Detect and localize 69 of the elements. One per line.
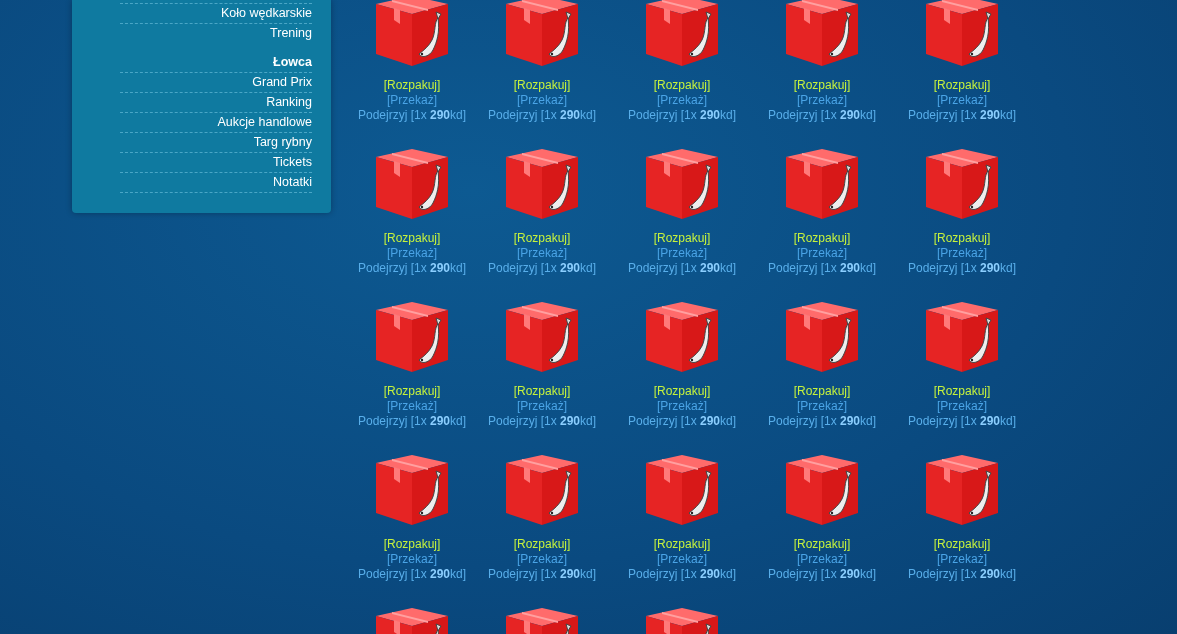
preview-link[interactable]: Podejrzyj [1x 290kd]: [357, 567, 467, 582]
preview-link[interactable]: Podejrzyj [1x 290kd]: [487, 108, 597, 123]
transfer-link[interactable]: [Przekaż]: [937, 93, 987, 108]
transfer-link[interactable]: [Przekaż]: [387, 399, 437, 414]
preview-link[interactable]: Podejrzyj [1x 290kd]: [907, 567, 1017, 582]
menu-heading: Łowca: [120, 53, 312, 73]
preview-link[interactable]: Podejrzyj [1x 290kd]: [487, 414, 597, 429]
menu-link[interactable]: Aukcje handlowe: [120, 113, 312, 133]
preview-link[interactable]: Podejrzyj [1x 290kd]: [767, 567, 877, 582]
preview-link[interactable]: Podejrzyj [1x 290kd]: [767, 108, 877, 123]
transfer-link[interactable]: [Przekaż]: [517, 552, 567, 567]
unpack-link[interactable]: [Rozpakuj]: [793, 384, 851, 399]
transfer-link[interactable]: [Przekaż]: [517, 246, 567, 261]
transfer-link[interactable]: [Przekaż]: [937, 246, 987, 261]
unpack-link[interactable]: [Rozpakuj]: [513, 384, 571, 399]
unpack-link[interactable]: [Rozpakuj]: [793, 537, 851, 552]
transfer-link[interactable]: [Przekaż]: [797, 93, 847, 108]
transfer-link[interactable]: [Przekaż]: [937, 552, 987, 567]
preview-link[interactable]: Podejrzyj [1x 290kd]: [627, 108, 737, 123]
transfer-link[interactable]: [Przekaż]: [387, 93, 437, 108]
preview-link[interactable]: Podejrzyj [1x 290kd]: [767, 414, 877, 429]
menu-link[interactable]: Koło wędkarskie: [120, 4, 312, 24]
unpack-link[interactable]: [Rozpakuj]: [653, 384, 711, 399]
unpack-link[interactable]: [Rozpakuj]: [513, 78, 571, 93]
unpack-link[interactable]: [Rozpakuj]: [383, 537, 441, 552]
unpack-link[interactable]: [Rozpakuj]: [383, 231, 441, 246]
preview-link[interactable]: Podejrzyj [1x 290kd]: [907, 261, 1017, 276]
unpack-link[interactable]: [Rozpakuj]: [383, 384, 441, 399]
preview-link[interactable]: Podejrzyj [1x 290kd]: [357, 261, 467, 276]
unpack-link[interactable]: [Rozpakuj]: [653, 231, 711, 246]
preview-link[interactable]: Podejrzyj [1x 290kd]: [487, 261, 597, 276]
transfer-link[interactable]: [Przekaż]: [937, 399, 987, 414]
unpack-link[interactable]: [Rozpakuj]: [933, 537, 991, 552]
transfer-link[interactable]: [Przekaż]: [797, 399, 847, 414]
menu-link[interactable]: Notatki: [120, 173, 312, 193]
unpack-link[interactable]: [Rozpakuj]: [653, 537, 711, 552]
transfer-link[interactable]: [Przekaż]: [657, 552, 707, 567]
transfer-link[interactable]: [Przekaż]: [657, 399, 707, 414]
transfer-link[interactable]: [Przekaż]: [797, 246, 847, 261]
unpack-link[interactable]: [Rozpakuj]: [513, 537, 571, 552]
transfer-link[interactable]: [Przekaż]: [657, 246, 707, 261]
preview-link[interactable]: Podejrzyj [1x 290kd]: [627, 414, 737, 429]
unpack-link[interactable]: [Rozpakuj]: [933, 384, 991, 399]
transfer-link[interactable]: [Przekaż]: [517, 93, 567, 108]
unpack-link[interactable]: [Rozpakuj]: [933, 231, 991, 246]
menu-link[interactable]: Tickets: [120, 153, 312, 173]
unpack-link[interactable]: [Rozpakuj]: [933, 78, 991, 93]
preview-link[interactable]: Podejrzyj [1x 290kd]: [357, 414, 467, 429]
preview-link[interactable]: Podejrzyj [1x 290kd]: [357, 108, 467, 123]
menu-link[interactable]: Trening: [120, 24, 312, 44]
preview-link[interactable]: Podejrzyj [1x 290kd]: [487, 567, 597, 582]
menu-link[interactable]: Targ rybny: [120, 133, 312, 153]
preview-link[interactable]: Podejrzyj [1x 290kd]: [907, 414, 1017, 429]
transfer-link[interactable]: [Przekaż]: [387, 552, 437, 567]
unpack-link[interactable]: [Rozpakuj]: [513, 231, 571, 246]
menu-link[interactable]: Grand Prix: [120, 73, 312, 93]
transfer-link[interactable]: [Przekaż]: [517, 399, 567, 414]
unpack-link[interactable]: [Rozpakuj]: [793, 231, 851, 246]
preview-link[interactable]: Podejrzyj [1x 290kd]: [767, 261, 877, 276]
unpack-link[interactable]: [Rozpakuj]: [793, 78, 851, 93]
preview-link[interactable]: Podejrzyj [1x 290kd]: [907, 108, 1017, 123]
transfer-link[interactable]: [Przekaż]: [797, 552, 847, 567]
unpack-link[interactable]: [Rozpakuj]: [653, 78, 711, 93]
transfer-link[interactable]: [Przekaż]: [387, 246, 437, 261]
preview-link[interactable]: Podejrzyj [1x 290kd]: [627, 567, 737, 582]
preview-link[interactable]: Podejrzyj [1x 290kd]: [627, 261, 737, 276]
transfer-link[interactable]: [Przekaż]: [657, 93, 707, 108]
menu-link[interactable]: Ranking: [120, 93, 312, 113]
unpack-link[interactable]: [Rozpakuj]: [383, 78, 441, 93]
